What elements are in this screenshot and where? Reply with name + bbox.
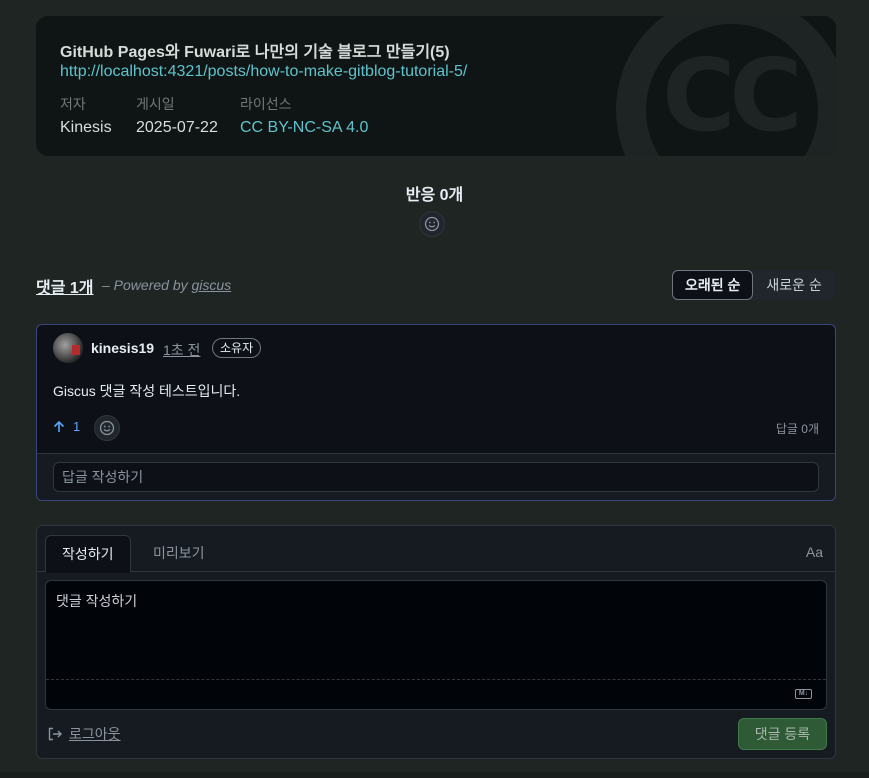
giscus-link[interactable]: giscus — [192, 277, 232, 293]
comment-composer: 작성하기 미리보기 Aa 댓글 작성하기 M↓ 로그아웃 댓글 등록 — [36, 525, 836, 759]
comment-card: kinesis19 1초 전 소유자 Giscus 댓글 작성 테스트입니다. … — [36, 324, 836, 501]
avatar-detail — [72, 345, 80, 355]
comment-reaction-button[interactable] — [94, 415, 120, 441]
markdown-icon: M↓ — [795, 689, 812, 699]
arrow-up-icon — [53, 420, 65, 432]
upvote-count: 1 — [73, 419, 81, 434]
post-url-link[interactable]: http://localhost:4321/posts/how-to-make-… — [60, 63, 467, 81]
page-bottom-edge — [0, 772, 869, 778]
smiley-icon — [99, 420, 115, 436]
post-title: GitHub Pages와 Fuwari로 나만의 기술 블로그 만들기(5) — [60, 44, 450, 61]
add-reaction-button[interactable] — [419, 211, 445, 237]
owner-badge: 소유자 — [212, 338, 262, 358]
cc-watermark-text: CC — [662, 37, 803, 154]
author-meta: 저자 Kinesis — [60, 94, 112, 137]
tab-write[interactable]: 작성하기 — [45, 535, 131, 573]
sort-newest-button[interactable]: 새로운 순 — [753, 270, 834, 300]
sign-out-icon — [48, 727, 62, 741]
comment-body: Giscus 댓글 작성 테스트입니다. — [53, 383, 241, 399]
reply-count: 답글 0개 — [775, 422, 819, 436]
font-toggle-button[interactable]: Aa — [806, 544, 823, 560]
sort-oldest-button[interactable]: 오래된 순 — [672, 270, 754, 300]
smiley-icon — [424, 216, 440, 232]
date-meta: 게시일 2025-07-22 — [136, 94, 218, 137]
reply-area: 답글 작성하기 — [37, 453, 835, 500]
date-label: 게시일 — [136, 96, 175, 112]
submit-comment-button[interactable]: 댓글 등록 — [738, 718, 827, 750]
author-label: 저자 — [60, 96, 86, 112]
textarea-divider — [46, 679, 826, 680]
tab-preview[interactable]: 미리보기 — [137, 535, 221, 572]
logout-label: 로그아웃 — [69, 726, 121, 742]
comments-count[interactable]: 댓글 1개 — [36, 274, 94, 298]
upvote-button[interactable]: 1 — [53, 419, 80, 434]
logout-button[interactable]: 로그아웃 — [47, 724, 121, 744]
sort-toggle: 오래된 순 새로운 순 — [672, 270, 835, 300]
license-card: CC GitHub Pages와 Fuwari로 나만의 기술 블로그 만들기(… — [36, 16, 836, 156]
reactions-title: 반응 0개 — [405, 187, 464, 204]
comment-textarea[interactable]: 댓글 작성하기 M↓ — [45, 580, 827, 710]
date-value: 2025-07-22 — [136, 119, 218, 136]
author-value: Kinesis — [60, 119, 112, 136]
license-meta: 라이선스 CC BY-NC-SA 4.0 — [240, 94, 368, 137]
powered-by: – Powered by giscus — [102, 277, 231, 293]
reply-input[interactable]: 답글 작성하기 — [53, 462, 819, 492]
composer-tabs: 작성하기 미리보기 Aa — [37, 526, 835, 573]
comment-author[interactable]: kinesis19 — [91, 340, 154, 356]
textarea-placeholder: 댓글 작성하기 — [56, 593, 138, 609]
comment-time[interactable]: 1초 전 — [163, 340, 200, 360]
license-link[interactable]: CC BY-NC-SA 4.0 — [240, 119, 368, 137]
avatar[interactable] — [53, 333, 83, 363]
powered-prefix: – Powered by — [102, 277, 192, 293]
license-label: 라이선스 — [240, 96, 292, 112]
